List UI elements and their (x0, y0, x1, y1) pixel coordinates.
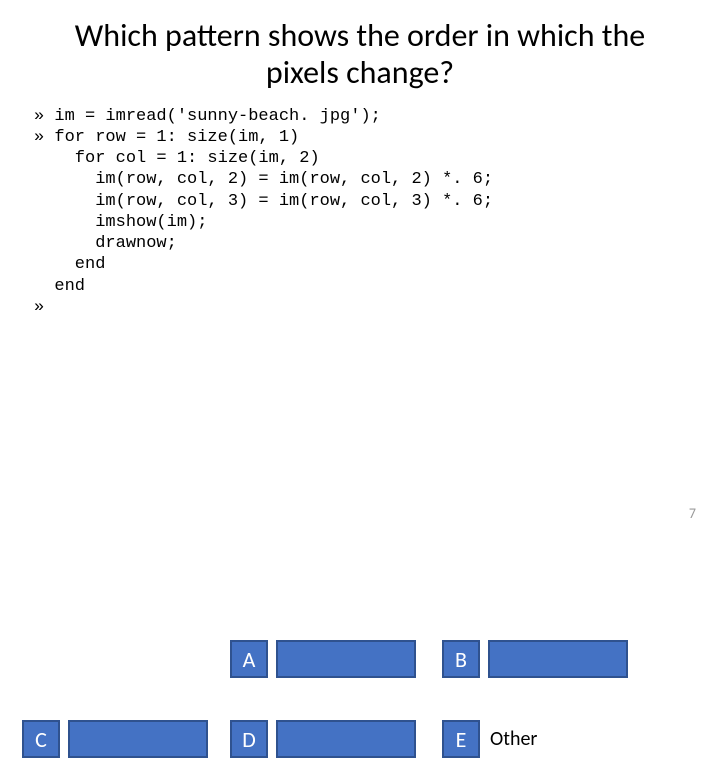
option-e-box: E (442, 720, 480, 758)
page-number: 7 (689, 505, 696, 522)
option-d-rect (276, 720, 416, 758)
option-d: D (230, 720, 416, 758)
option-b-box: B (442, 640, 480, 678)
option-d-box: D (230, 720, 268, 758)
code-block: » im = imread('sunny-beach. jpg'); » for… (0, 100, 720, 319)
option-b: B (442, 640, 628, 678)
option-a-rect (276, 640, 416, 678)
option-e-text: Other (490, 727, 537, 751)
option-e: E Other (442, 720, 537, 758)
option-a: A (230, 640, 416, 678)
option-c-rect (68, 720, 208, 758)
option-a-box: A (230, 640, 268, 678)
option-b-rect (488, 640, 628, 678)
option-c-box: C (22, 720, 60, 758)
slide-title: Which pattern shows the order in which t… (0, 0, 720, 100)
option-c: C (22, 720, 208, 758)
